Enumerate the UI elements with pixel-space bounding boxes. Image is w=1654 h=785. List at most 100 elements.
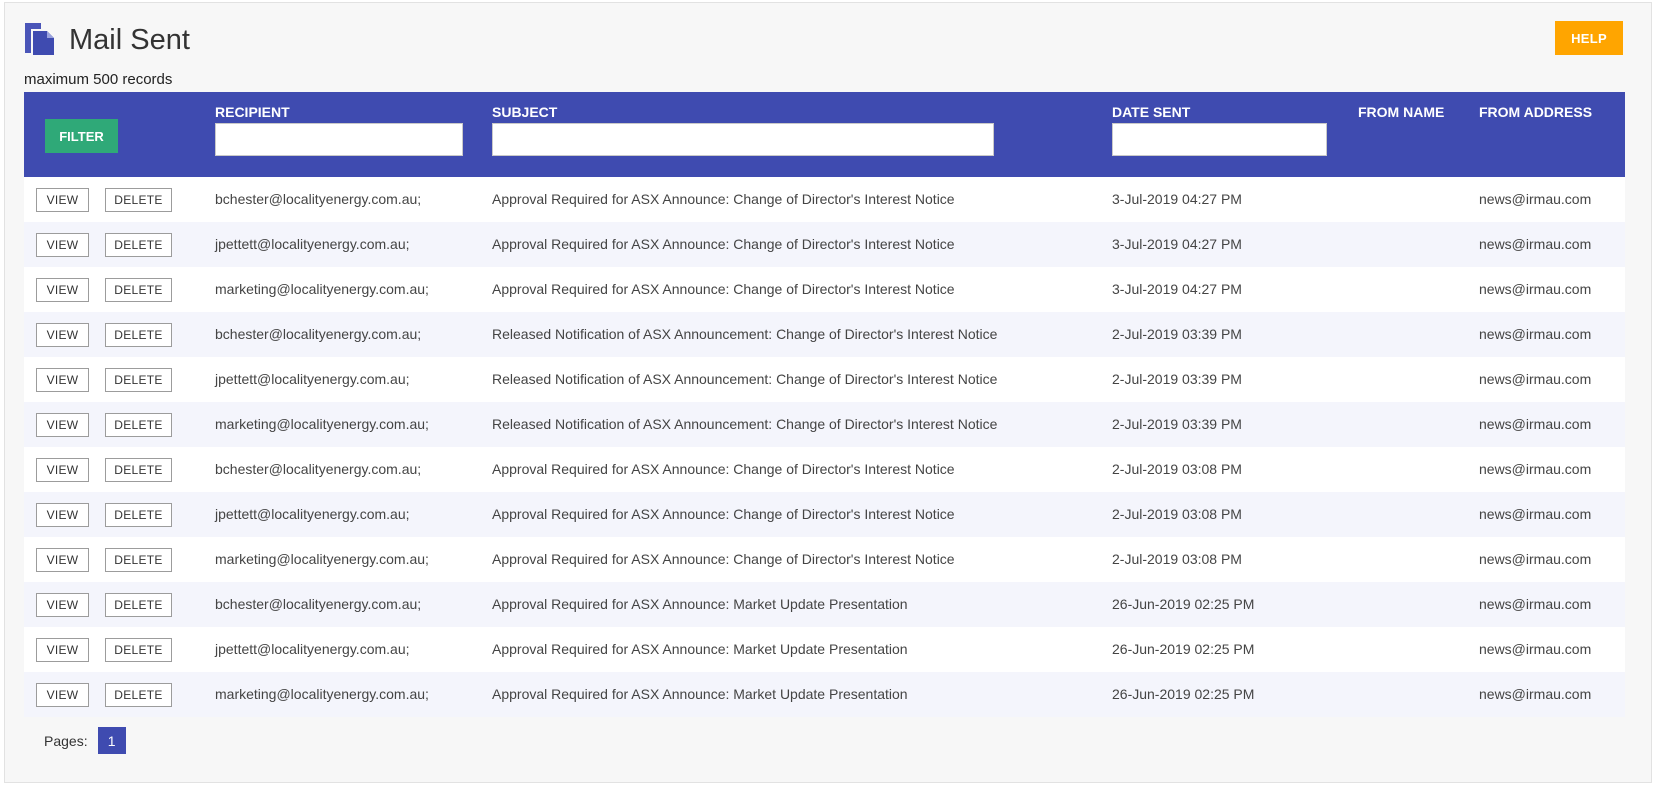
date-sent-cell: 2-Jul-2019 03:39 PM <box>1112 416 1242 432</box>
table-row: VIEW DELETE marketing@localityenergy.com.a… <box>24 267 1625 312</box>
from-address-cell: news@irmau.com <box>1479 236 1592 252</box>
filter-button[interactable]: FILTER <box>45 119 118 153</box>
from-address-cell: news@irmau.com <box>1479 641 1592 657</box>
view-button[interactable]: VIEW <box>36 368 89 392</box>
from-address-cell: news@irmau.com <box>1479 416 1592 432</box>
records-limit-note: maximum 500 records <box>24 71 173 88</box>
delete-button[interactable]: DELETE <box>105 413 172 437</box>
date-sent-filter-input[interactable] <box>1112 123 1327 156</box>
recipient-cell: marketing@localityenergy.com.au; <box>215 551 429 567</box>
view-button[interactable]: VIEW <box>36 413 89 437</box>
view-button[interactable]: VIEW <box>36 593 89 617</box>
recipient-cell: marketing@localityenergy.com.au; <box>215 281 429 297</box>
subject-cell: Approval Required for ASX Announce: Chan… <box>492 281 955 297</box>
delete-button[interactable]: DELETE <box>105 683 172 707</box>
date-sent-cell: 2-Jul-2019 03:08 PM <box>1112 506 1242 522</box>
subject-cell: Approval Required for ASX Announce: Mark… <box>492 686 908 702</box>
table-header: FILTER RECIPIENT SUBJECT DATE SENT FROM … <box>24 92 1625 177</box>
subject-cell: Approval Required for ASX Announce: Chan… <box>492 236 955 252</box>
delete-button[interactable]: DELETE <box>105 323 172 347</box>
from-address-cell: news@irmau.com <box>1479 596 1592 612</box>
mail-table: FILTER RECIPIENT SUBJECT DATE SENT FROM … <box>24 92 1625 717</box>
recipient-cell: bchester@localityenergy.com.au; <box>215 191 422 207</box>
delete-button[interactable]: DELETE <box>105 188 172 212</box>
table-row: VIEW DELETE jpettett@localityenergy.com.au… <box>24 492 1625 537</box>
pagination: Pages: 1 <box>44 727 126 754</box>
delete-button[interactable]: DELETE <box>105 503 172 527</box>
view-button[interactable]: VIEW <box>36 458 89 482</box>
pages-label: Pages: <box>44 732 88 749</box>
recipient-cell: jpettett@localityenergy.com.au; <box>215 236 410 252</box>
date-sent-cell: 2-Jul-2019 03:39 PM <box>1112 371 1242 387</box>
column-header-date-sent: DATE SENT <box>1112 104 1191 120</box>
table-row: VIEW DELETE jpettett@localityenergy.com.au… <box>24 222 1625 267</box>
page-header: Mail Sent <box>23 20 190 60</box>
column-header-subject: SUBJECT <box>492 104 558 120</box>
from-address-cell: news@irmau.com <box>1479 326 1592 342</box>
subject-filter-input[interactable] <box>492 123 994 156</box>
from-address-cell: news@irmau.com <box>1479 551 1592 567</box>
date-sent-cell: 3-Jul-2019 04:27 PM <box>1112 236 1242 252</box>
delete-button[interactable]: DELETE <box>105 233 172 257</box>
view-button[interactable]: VIEW <box>36 323 89 347</box>
subject-cell: Approval Required for ASX Announce: Chan… <box>492 506 955 522</box>
table-row: VIEW DELETE marketing@localityenergy.com.a… <box>24 672 1625 717</box>
date-sent-cell: 26-Jun-2019 02:25 PM <box>1112 686 1255 702</box>
table-row: VIEW DELETE jpettett@localityenergy.com.au… <box>24 627 1625 672</box>
table-row: VIEW DELETE jpettett@localityenergy.com.au… <box>24 357 1625 402</box>
date-sent-cell: 2-Jul-2019 03:08 PM <box>1112 551 1242 567</box>
subject-cell: Approval Required for ASX Announce: Chan… <box>492 461 955 477</box>
subject-cell: Approval Required for ASX Announce: Mark… <box>492 641 908 657</box>
subject-cell: Approval Required for ASX Announce: Chan… <box>492 191 955 207</box>
delete-button[interactable]: DELETE <box>105 638 172 662</box>
from-address-cell: news@irmau.com <box>1479 686 1592 702</box>
subject-cell: Approval Required for ASX Announce: Chan… <box>492 551 955 567</box>
from-address-cell: news@irmau.com <box>1479 506 1592 522</box>
date-sent-cell: 2-Jul-2019 03:08 PM <box>1112 461 1242 477</box>
recipient-filter-input[interactable] <box>215 123 463 156</box>
recipient-cell: bchester@localityenergy.com.au; <box>215 326 422 342</box>
recipient-cell: jpettett@localityenergy.com.au; <box>215 371 410 387</box>
view-button[interactable]: VIEW <box>36 278 89 302</box>
from-address-cell: news@irmau.com <box>1479 371 1592 387</box>
delete-button[interactable]: DELETE <box>105 458 172 482</box>
view-button[interactable]: VIEW <box>36 503 89 527</box>
recipient-cell: marketing@localityenergy.com.au; <box>215 416 429 432</box>
date-sent-cell: 26-Jun-2019 02:25 PM <box>1112 641 1255 657</box>
view-button[interactable]: VIEW <box>36 683 89 707</box>
page-title: Mail Sent <box>69 23 190 56</box>
date-sent-cell: 3-Jul-2019 04:27 PM <box>1112 191 1242 207</box>
date-sent-cell: 26-Jun-2019 02:25 PM <box>1112 596 1255 612</box>
subject-cell: Released Notification of ASX Announcemen… <box>492 371 998 387</box>
subject-cell: Released Notification of ASX Announcemen… <box>492 326 998 342</box>
subject-cell: Released Notification of ASX Announcemen… <box>492 416 998 432</box>
recipient-cell: bchester@localityenergy.com.au; <box>215 461 422 477</box>
date-sent-cell: 2-Jul-2019 03:39 PM <box>1112 326 1242 342</box>
delete-button[interactable]: DELETE <box>105 593 172 617</box>
view-button[interactable]: VIEW <box>36 188 89 212</box>
table-row: VIEW DELETE bchester@localityenergy.com.au… <box>24 582 1625 627</box>
view-button[interactable]: VIEW <box>36 233 89 257</box>
recipient-cell: jpettett@localityenergy.com.au; <box>215 506 410 522</box>
view-button[interactable]: VIEW <box>36 638 89 662</box>
view-button[interactable]: VIEW <box>36 548 89 572</box>
delete-button[interactable]: DELETE <box>105 548 172 572</box>
page-number-button[interactable]: 1 <box>97 727 126 754</box>
documents-icon <box>23 20 57 61</box>
table-row: VIEW DELETE bchester@localityenergy.com.au… <box>24 447 1625 492</box>
from-address-cell: news@irmau.com <box>1479 191 1592 207</box>
column-header-recipient: RECIPIENT <box>215 104 290 120</box>
from-address-cell: news@irmau.com <box>1479 461 1592 477</box>
delete-button[interactable]: DELETE <box>105 278 172 302</box>
table-body: VIEW DELETE bchester@localityenergy.com.au… <box>24 177 1625 717</box>
subject-cell: Approval Required for ASX Announce: Mark… <box>492 596 908 612</box>
column-header-from-address: FROM ADDRESS <box>1479 104 1593 120</box>
table-row: VIEW DELETE marketing@localityenergy.com.a… <box>24 537 1625 582</box>
delete-button[interactable]: DELETE <box>105 368 172 392</box>
recipient-cell: marketing@localityenergy.com.au; <box>215 686 429 702</box>
column-header-from-name: FROM NAME <box>1358 104 1445 120</box>
help-button[interactable]: HELP <box>1555 21 1623 55</box>
table-row: VIEW DELETE bchester@localityenergy.com.au… <box>24 177 1625 222</box>
table-row: VIEW DELETE bchester@localityenergy.com.au… <box>24 312 1625 357</box>
table-row: VIEW DELETE marketing@localityenergy.com.a… <box>24 402 1625 447</box>
